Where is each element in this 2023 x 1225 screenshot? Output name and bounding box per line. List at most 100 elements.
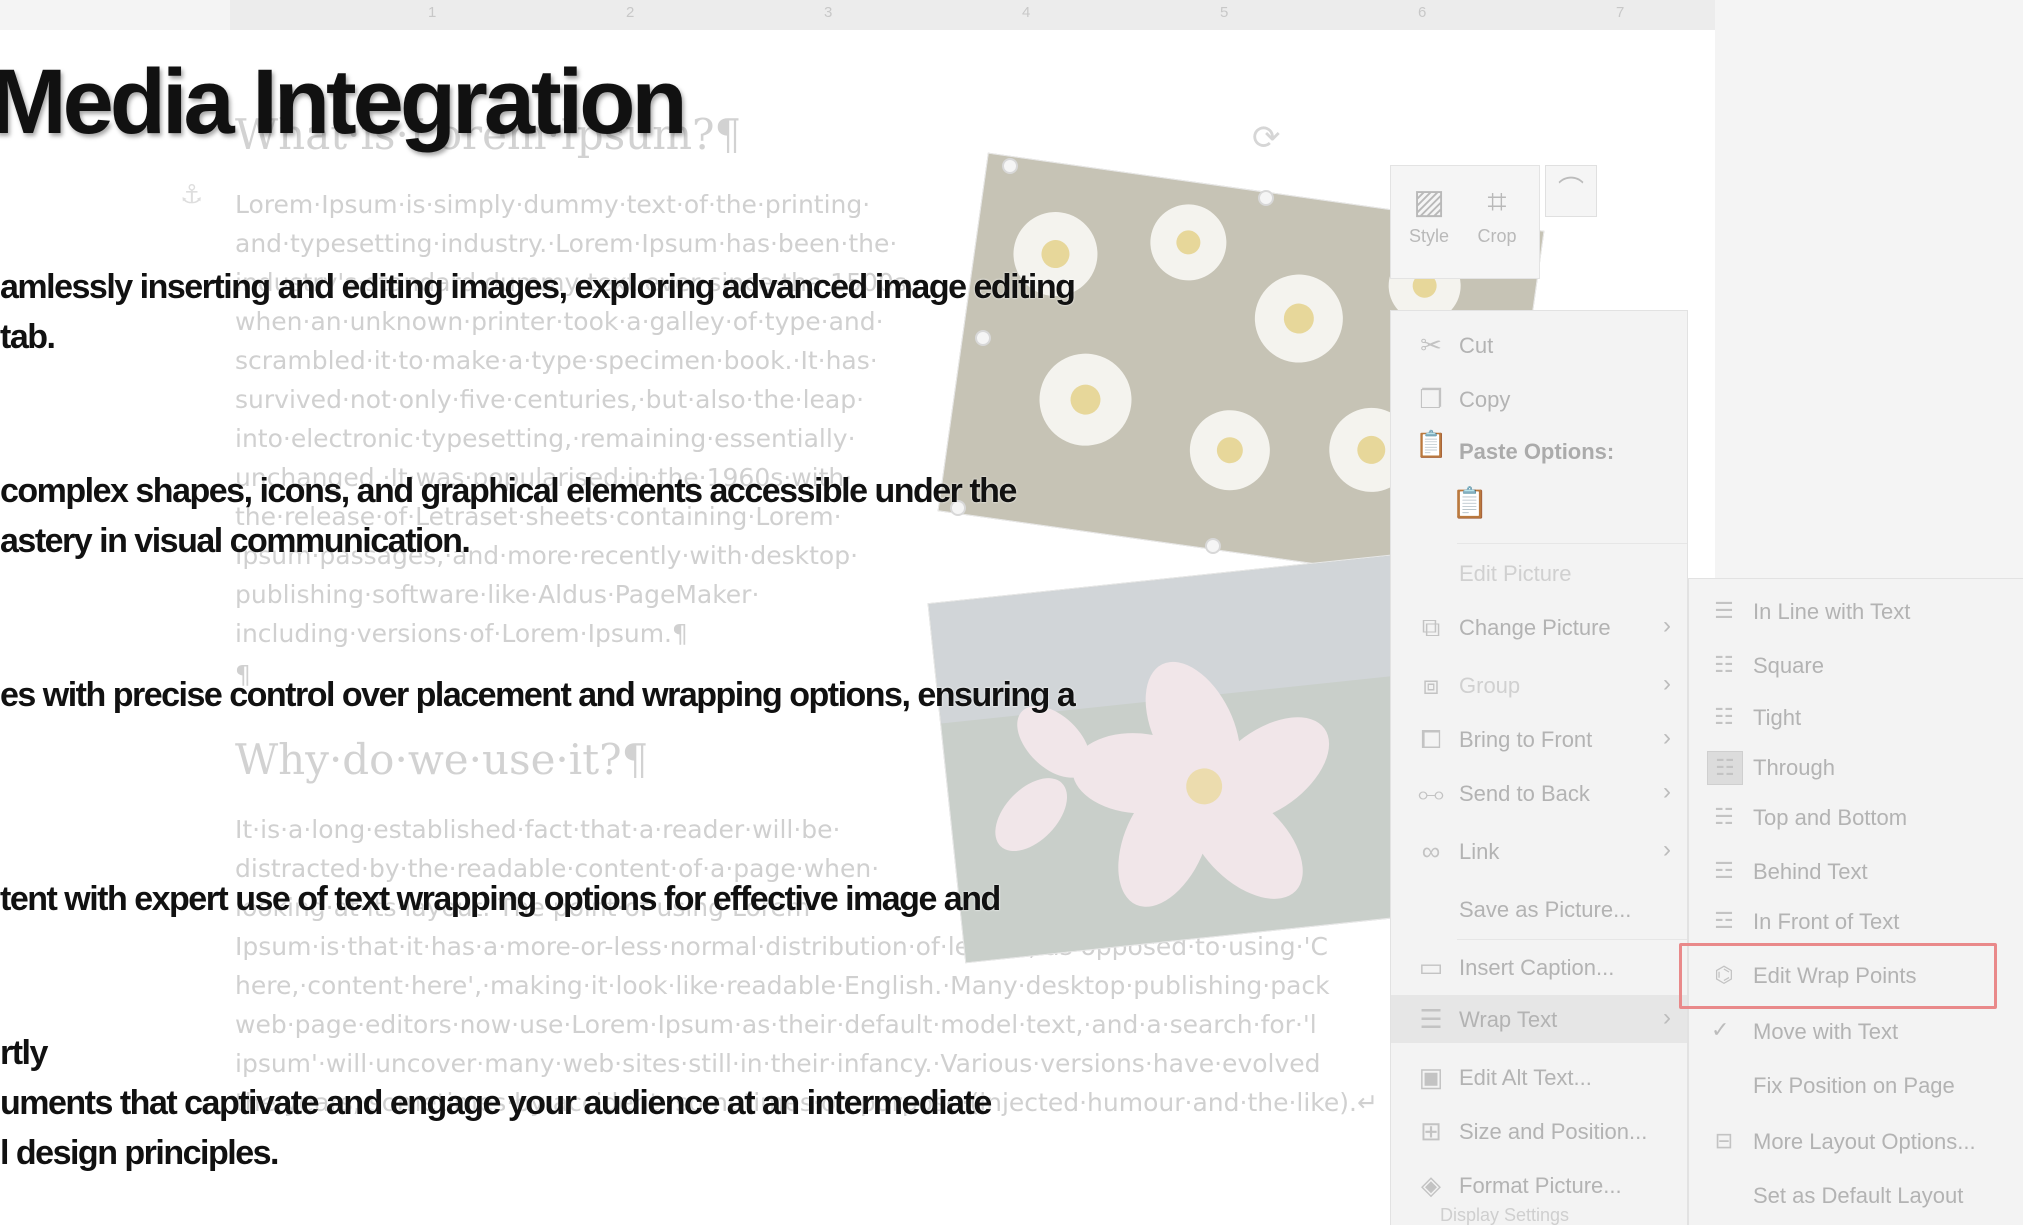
submenu-item-label: Behind Text — [1753, 859, 1868, 884]
link-icon: ∞ — [1421, 836, 1441, 866]
submenu-item-label: Square — [1753, 653, 1824, 678]
menu-item-label: Group — [1459, 673, 1521, 698]
menu-item-change-picture[interactable]: ⧉ Change Picture › — [1391, 603, 1687, 651]
menu-item-label: Cut — [1459, 333, 1494, 358]
wrap-option-square[interactable]: ☷ Square — [1689, 641, 2023, 689]
format-picture-icon: ◈ — [1421, 1170, 1441, 1200]
wrap-option-in-front[interactable]: ☲ In Front of Text — [1689, 897, 2023, 945]
size-position-icon: ⊞ — [1420, 1116, 1442, 1146]
menu-item-label: Change Picture — [1459, 615, 1611, 640]
menu-separator — [1457, 939, 1687, 940]
square-wrap-icon: ☷ — [1714, 652, 1734, 677]
chevron-right-icon: › — [1663, 612, 1671, 639]
menu-item-label: Bring to Front — [1459, 727, 1593, 752]
menu-item-save-as-picture[interactable]: Save as Picture... — [1391, 885, 1687, 933]
menu-separator — [1457, 543, 1687, 544]
submenu-item-label: Tight — [1753, 705, 1802, 730]
submenu-item-label: Top and Bottom — [1753, 805, 1908, 830]
layout-options-button[interactable]: ⌒ — [1545, 165, 1597, 217]
overlay-bullet: es with precise control over placement a… — [0, 676, 1076, 714]
menu-item-group: ⧈ Group › — [1391, 661, 1687, 709]
crop-button[interactable]: ⌗ Crop — [1467, 178, 1527, 268]
menu-item-label: Size and Position... — [1459, 1119, 1648, 1144]
menu-item-label: Format Picture... — [1459, 1173, 1622, 1198]
paste-keep-source-icon[interactable]: 📋 — [1451, 486, 1491, 526]
wrap-option-set-default[interactable]: Set as Default Layout — [1689, 1171, 2023, 1219]
chevron-right-icon: › — [1663, 724, 1671, 751]
menu-item-send-to-back[interactable]: ⧟ Send to Back › — [1391, 769, 1687, 817]
group-icon: ⧈ — [1422, 670, 1440, 700]
wrap-option-tight[interactable]: ☷ Tight — [1689, 693, 2023, 741]
scissors-icon: ✂ — [1420, 330, 1442, 360]
submenu-item-label: In Front of Text — [1753, 909, 1900, 934]
overlay-bullet: l design principles. — [0, 1134, 279, 1172]
overlay-bullet: amlessly inserting and editing images, e… — [0, 268, 1076, 306]
crop-label: Crop — [1477, 226, 1517, 246]
menu-item-edit-alt-text[interactable]: ▣ Edit Alt Text... — [1391, 1053, 1687, 1101]
menu-item-label: Wrap Text — [1459, 1007, 1558, 1032]
crop-icon: ⌗ — [1487, 182, 1507, 222]
paste-options-header: Paste Options: — [1459, 439, 1615, 464]
copy-icon: ❐ — [1419, 384, 1443, 414]
change-picture-icon: ⧉ — [1421, 612, 1441, 642]
menu-item-size-and-position[interactable]: ⊞ Size and Position... — [1391, 1107, 1687, 1155]
display-settings-label[interactable]: Display Settings — [1440, 1205, 1569, 1225]
wrap-option-more-layout[interactable]: ⊟ More Layout Options... — [1689, 1117, 2023, 1165]
submenu-item-label: Move with Text — [1753, 1019, 1899, 1044]
menu-item-label: Send to Back — [1459, 781, 1590, 806]
layout-options-icon: ⌒ — [1557, 176, 1584, 206]
chevron-right-icon: › — [1663, 836, 1671, 863]
word-window: 1 2 3 4 5 6 7 What·is·Lorem·Ipsum?¶ Lore… — [0, 0, 2023, 1225]
menu-item-copy[interactable]: ❐ Copy — [1391, 375, 1687, 423]
through-wrap-icon: ☷ — [1707, 751, 1743, 785]
wrap-option-behind-text[interactable]: ☲ Behind Text — [1689, 847, 2023, 895]
menu-item-label: Insert Caption... — [1459, 955, 1615, 980]
submenu-item-label: More Layout Options... — [1753, 1129, 1976, 1154]
menu-item-bring-to-front[interactable]: ⧠ Bring to Front › — [1391, 715, 1687, 763]
layout-options-icon: ⊟ — [1714, 1128, 1734, 1153]
behind-text-icon: ☲ — [1714, 858, 1734, 883]
insert-caption-icon: ▭ — [1418, 952, 1444, 982]
menu-item-insert-caption[interactable]: ▭ Insert Caption... — [1391, 943, 1687, 991]
overlay-bullet: tab. — [0, 318, 56, 356]
overlay-bullet: uments that captivate and engage your au… — [0, 1084, 992, 1122]
menu-item-edit-picture: Edit Picture — [1391, 549, 1687, 597]
top-bottom-icon: ☵ — [1714, 804, 1734, 829]
clipboard-icon: 📋 — [1415, 429, 1448, 459]
picture-mini-toolbar: ▨ Style ⌗ Crop — [1390, 165, 1540, 279]
overlay-title: Media Integration — [0, 51, 688, 153]
menu-item-cut[interactable]: ✂ Cut — [1391, 321, 1687, 369]
submenu-item-label: Through — [1753, 755, 1835, 780]
menu-item-format-picture[interactable]: ◈ Format Picture... — [1391, 1161, 1687, 1209]
submenu-item-label: In Line with Text — [1753, 599, 1911, 624]
menu-item-label: Save as Picture... — [1459, 897, 1632, 922]
submenu-item-label: Set as Default Layout — [1753, 1183, 1964, 1208]
menu-item-label: Copy — [1459, 387, 1511, 412]
menu-item-label: Edit Picture — [1459, 561, 1572, 586]
wrap-option-fix-position[interactable]: Fix Position on Page — [1689, 1061, 2023, 1109]
wrap-option-move-with-text[interactable]: ✓ Move with Text — [1689, 1007, 2023, 1055]
wrap-option-in-line[interactable]: ☰ In Line with Text — [1689, 587, 2023, 635]
in-line-icon: ☰ — [1714, 598, 1734, 623]
chevron-right-icon: › — [1663, 1004, 1671, 1031]
picture-style-icon: ▨ — [1412, 182, 1446, 222]
menu-item-label: Link — [1459, 839, 1500, 864]
overlay-bullet: astery in visual communication. — [0, 522, 471, 560]
bring-to-front-icon: ⧠ — [1420, 724, 1442, 754]
style-button[interactable]: ▨ Style — [1399, 178, 1459, 268]
overlay-bullet: tent with expert use of text wrapping op… — [0, 880, 1001, 918]
style-label: Style — [1408, 226, 1450, 246]
chevron-right-icon: › — [1663, 778, 1671, 805]
alt-text-icon: ▣ — [1418, 1062, 1444, 1092]
wrap-option-top-bottom[interactable]: ☵ Top and Bottom — [1689, 793, 2023, 841]
menu-item-link[interactable]: ∞ Link › — [1391, 827, 1687, 875]
menu-item-wrap-text[interactable]: ☰ Wrap Text › — [1391, 995, 1687, 1043]
menu-item-label: Edit Alt Text... — [1459, 1065, 1592, 1090]
wrap-text-icon: ☰ — [1419, 1004, 1443, 1034]
wrap-option-through[interactable]: ☷ Through — [1689, 743, 2023, 791]
submenu-item-label: Fix Position on Page — [1753, 1073, 1955, 1098]
overlay-bullet: complex shapes, icons, and graphical ele… — [0, 472, 1017, 510]
checkmark-icon: ✓ — [1711, 1017, 1730, 1042]
overlay-bullet: rtly — [0, 1034, 48, 1072]
highlight-box — [1679, 943, 1997, 1009]
